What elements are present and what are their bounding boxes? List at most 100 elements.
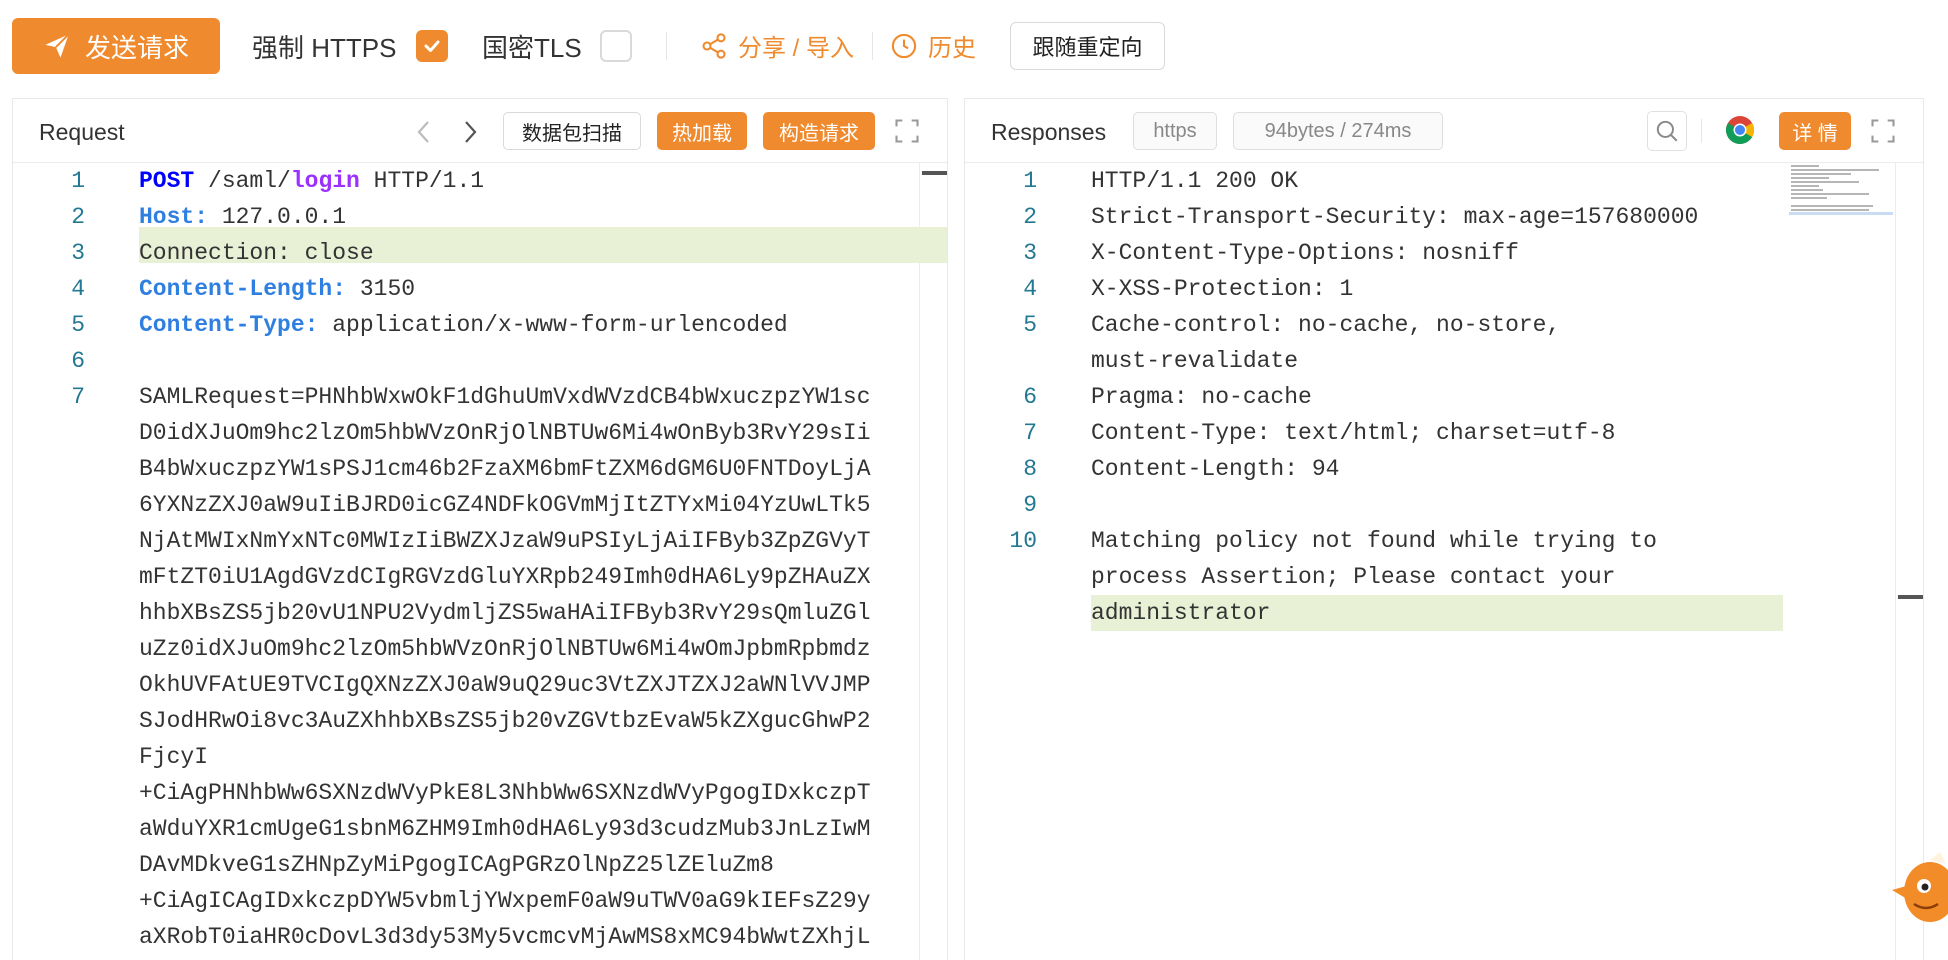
- packet-scan-button[interactable]: 数据包扫描: [503, 112, 641, 150]
- next-arrow-icon[interactable]: [459, 119, 481, 145]
- gm-tls-label: 国密TLS: [482, 33, 582, 63]
- build-request-button[interactable]: 构造请求: [763, 112, 875, 150]
- check-icon: [424, 40, 440, 52]
- detail-label: 详 情: [1792, 122, 1838, 145]
- share-icon: [702, 32, 726, 59]
- code-line: X-Content-Type-Options: nosniff: [1091, 240, 1519, 266]
- code-line-wrap: aXRobT0iaHR0cDovL3d3dy53My5vcmcvMjAwMS8x…: [139, 924, 871, 950]
- code-line-wrap: administrator: [1091, 600, 1271, 626]
- line-number: 6: [71, 348, 85, 374]
- request-scroll-thumb[interactable]: [922, 171, 947, 175]
- line-number: 9: [1023, 492, 1037, 518]
- hot-reload-button[interactable]: 热加载: [657, 112, 747, 150]
- share-import-label: 分享 / 导入: [738, 35, 855, 62]
- code-line: X-XSS-Protection: 1: [1091, 276, 1354, 302]
- code-line: Cache-control: no-cache, no-store,: [1091, 312, 1561, 338]
- follow-redirect-label: 跟随重定向: [1032, 35, 1143, 60]
- send-request-button[interactable]: 发送请求: [12, 18, 220, 74]
- expand-icon[interactable]: [1869, 117, 1897, 145]
- code-line: Strict-Transport-Security: max-age=15768…: [1091, 204, 1699, 230]
- request-editor[interactable]: 1 2 3 4 5 6 7 POST /saml/login HTTP/1.1 …: [13, 163, 947, 960]
- build-request-label: 构造请求: [779, 122, 859, 145]
- history-label: 历史: [928, 35, 976, 62]
- chrome-icon[interactable]: [1725, 115, 1755, 145]
- code-line-wrap: DAvMDkveG1sZHNpZyMiPgogICAgPGRzOlNpZ25lZ…: [139, 852, 774, 878]
- request-title: Request: [39, 119, 125, 145]
- detail-button[interactable]: 详 情: [1779, 112, 1851, 150]
- line-number: 7: [1023, 420, 1037, 446]
- line-number: 2: [1023, 204, 1037, 230]
- prev-arrow-icon[interactable]: [413, 119, 435, 145]
- response-scrollbar[interactable]: [1895, 163, 1923, 960]
- response-stats-tag: 94bytes / 274ms: [1233, 112, 1443, 150]
- packet-scan-label: 数据包扫描: [522, 122, 622, 145]
- code-line-wrap: 6YXNzZXJ0aW9uIiBJRD0icGZ4NDFkOGVmMjItZTY…: [139, 492, 871, 518]
- force-https-checkbox[interactable]: [416, 30, 448, 62]
- request-path-keyword: login: [290, 168, 360, 194]
- line-number: 1: [71, 168, 85, 194]
- code-line: Content-Type: text/html; charset=utf-8: [1091, 420, 1616, 446]
- scheme-tag-label: https: [1153, 119, 1197, 142]
- response-panel: Responses https 94bytes / 274ms 详 情 1 2 …: [964, 98, 1924, 960]
- line-number: 1: [1023, 168, 1037, 194]
- paper-plane-icon: [45, 33, 70, 58]
- code-line-wrap: +CiAgICAgIDxkczpDYW5vbmljYWxpemF0aW9uTWV…: [139, 888, 871, 914]
- code-line-wrap: +CiAgPHNhbWw6SXNzdWVyPkE8L3NhbWw6SXNzdWV…: [139, 780, 871, 806]
- hot-reload-label: 热加载: [672, 122, 732, 145]
- mascot-icon: [1892, 852, 1948, 922]
- code-line-wrap: uZz0idXJuOm9hc2lzOm5hbWVzOnRjOlNBTUw6Mi4…: [139, 636, 871, 662]
- request-panel: Request 数据包扫描 热加载 构造请求 1 2 3 4 5 6 7 POS…: [12, 98, 948, 960]
- code-line: SAMLRequest=PHNhbWxwOkF1dGhuUmVxdWVzdCB4…: [139, 384, 871, 410]
- code-line: POST /saml/login HTTP/1.1: [139, 163, 917, 199]
- code-line-wrap: SJodHRwOi8vc3AuZXhhbXBsZS5jb20vZGVtbzEva…: [139, 708, 871, 734]
- line-number: 3: [1023, 240, 1037, 266]
- code-line: Content-Length: 94: [1091, 456, 1340, 482]
- code-line-wrap: process Assertion; Please contact your: [1091, 564, 1616, 590]
- code-line-wrap: D0idXJuOm9hc2lzOm5hbWVzOnRjOlNBTUw6Mi4wO…: [139, 420, 871, 446]
- request-path: /saml/: [194, 168, 291, 194]
- share-import-button[interactable]: 分享 / 导入: [700, 28, 854, 63]
- line-number: 2: [71, 204, 85, 230]
- header-key: Content-Type:: [139, 312, 319, 338]
- code-line-wrap: FjcyI: [139, 744, 209, 770]
- response-scroll-thumb[interactable]: [1898, 595, 1923, 599]
- clock-icon: [891, 33, 917, 58]
- line-number: 5: [1023, 312, 1037, 338]
- search-icon[interactable]: [1647, 111, 1687, 151]
- gm-tls-checkbox[interactable]: [600, 30, 632, 62]
- response-panel-header: Responses https 94bytes / 274ms 详 情: [965, 99, 1923, 163]
- follow-redirect-button[interactable]: 跟随重定向: [1010, 22, 1165, 70]
- line-number: 4: [1023, 276, 1037, 302]
- http-version: HTTP/1.1: [359, 168, 485, 194]
- header-divider: [1701, 119, 1702, 143]
- code-minimap[interactable]: [1789, 163, 1893, 215]
- code-line-wrap: B4bWxuczpzYW1sPSJ1cm46b2FzaXM6bmFtZXM6dG…: [139, 456, 871, 482]
- code-line: HTTP/1.1 200 OK: [1091, 168, 1299, 194]
- response-stats-label: 94bytes / 274ms: [1264, 119, 1412, 142]
- code-line: Pragma: no-cache: [1091, 384, 1312, 410]
- header-key: Host:: [139, 204, 209, 230]
- send-request-label: 发送请求: [84, 32, 189, 63]
- header-value: 3150: [346, 276, 416, 302]
- toolbar-divider: [872, 32, 873, 60]
- header-value: application/x-www-form-urlencoded: [318, 312, 788, 338]
- code-line-wrap: aWduYXR1cmUgeG1sbnM6ZHM9Imh0dHA6Ly93d3cu…: [139, 816, 871, 842]
- code-line-wrap: NjAtMWIxNmYxNTc0MWIzIiBWZXJzaW9uPSIyLjAi…: [139, 528, 871, 554]
- code-line-wrap: must-revalidate: [1091, 348, 1299, 374]
- response-editor[interactable]: 1 2 3 4 5 6 7 8 9 10 HTTP/1.1 200 OK Str…: [965, 163, 1923, 960]
- code-line: Host: 127.0.0.1: [139, 199, 917, 235]
- line-number: 10: [1009, 528, 1037, 554]
- scheme-tag: https: [1133, 112, 1217, 150]
- history-button[interactable]: 历史: [890, 28, 976, 63]
- toolbar: 发送请求 强制 HTTPS 国密TLS 分享 / 导入 历史 跟随重定向: [0, 0, 1948, 90]
- force-https-label: 强制 HTTPS: [252, 33, 397, 63]
- line-number: 6: [1023, 384, 1037, 410]
- code-line: Content-Length: 3150: [139, 271, 917, 307]
- request-scrollbar[interactable]: [919, 163, 947, 960]
- response-title: Responses: [991, 119, 1107, 145]
- expand-icon[interactable]: [893, 117, 921, 145]
- line-number: 5: [71, 312, 85, 338]
- header-value: 127.0.0.1: [208, 204, 347, 230]
- toolbar-divider: [666, 32, 667, 60]
- line-number: 3: [71, 240, 85, 266]
